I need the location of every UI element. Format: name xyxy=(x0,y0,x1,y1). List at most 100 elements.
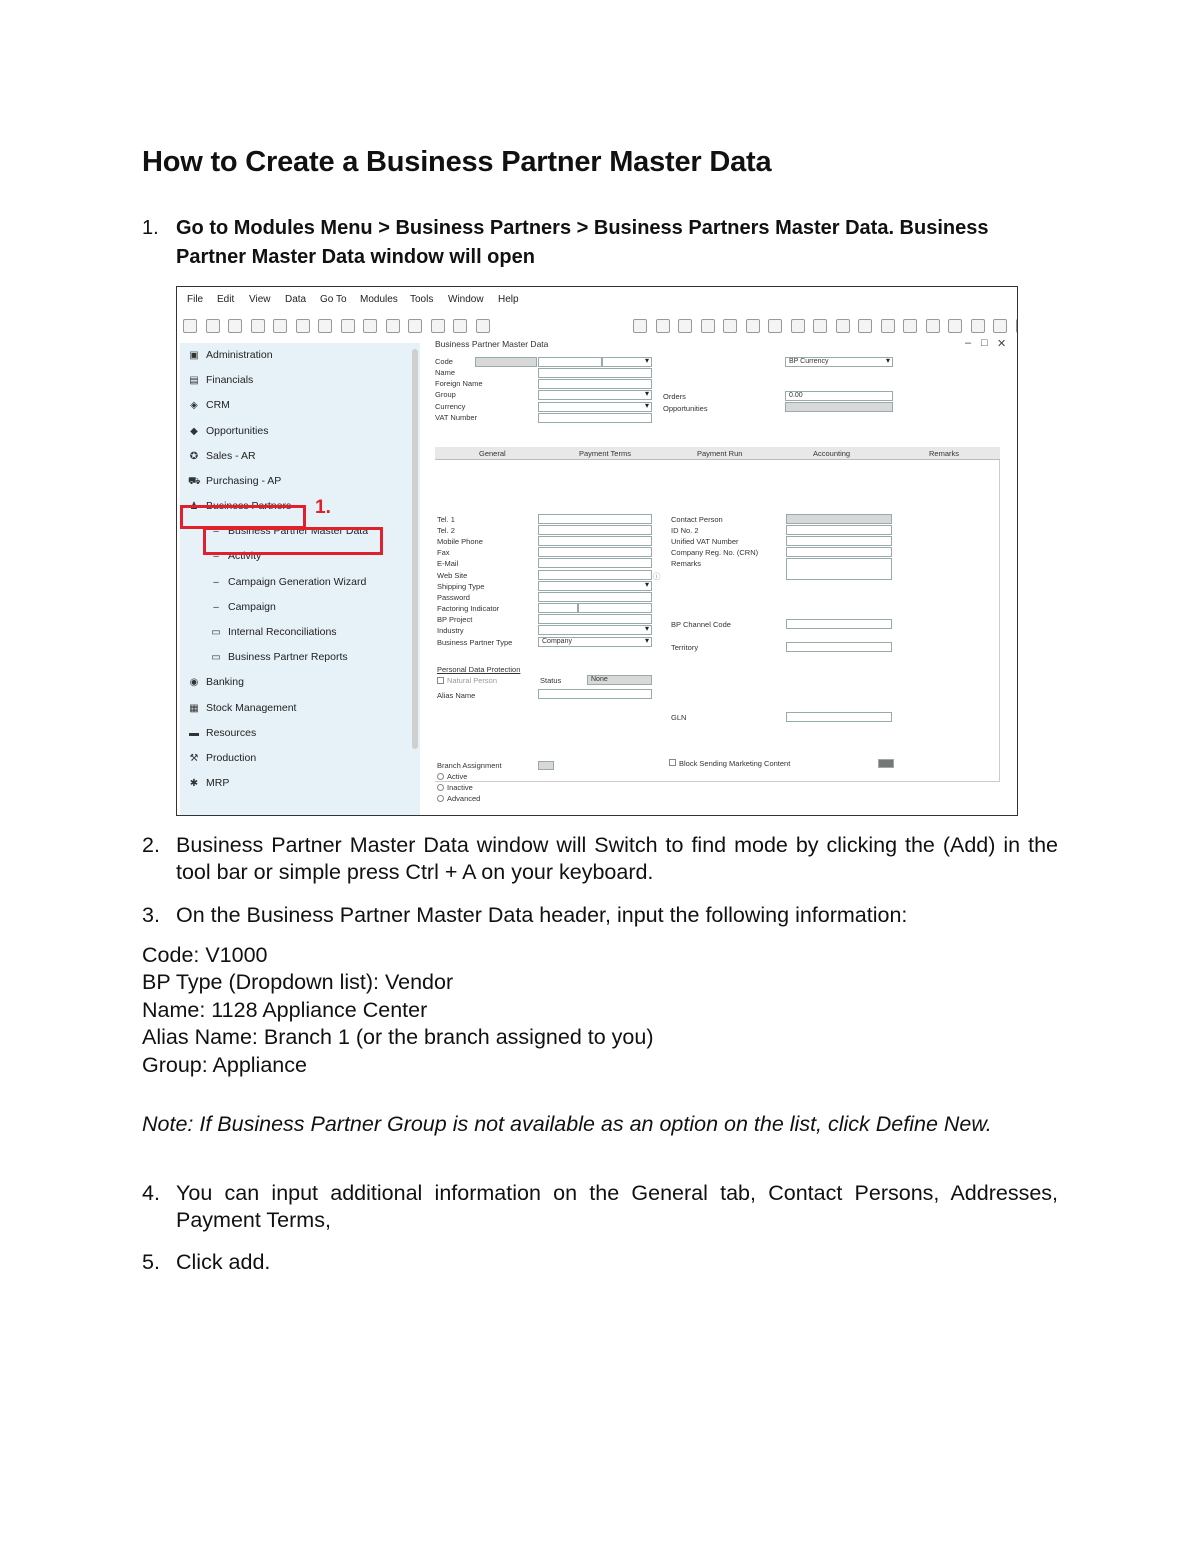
toolbar-icon[interactable] xyxy=(993,319,1007,333)
sidebar-item-campaign-generation-wizard[interactable]: – Campaign Generation Wizard xyxy=(210,576,366,588)
menu-file[interactable]: File xyxy=(187,294,203,305)
toolbar-icon[interactable] xyxy=(655,319,670,333)
close-icon[interactable]: ✕ xyxy=(997,337,1006,350)
code-series-field[interactable] xyxy=(475,357,537,367)
step-text: You can input additional information on … xyxy=(176,1181,1058,1232)
sidebar-item-label: Production xyxy=(206,752,257,764)
toolbar-icon[interactable] xyxy=(228,319,242,333)
menu-edit[interactable]: Edit xyxy=(217,294,234,305)
field-list: Code: V1000 BP Type (Dropdown list): Ven… xyxy=(142,942,654,1079)
toolbar-icon[interactable] xyxy=(205,319,220,333)
step-number: 2. xyxy=(142,833,160,857)
step-2: 2. Business Partner Master Data window w… xyxy=(142,832,1058,886)
field-line: Code: V1000 xyxy=(142,943,268,967)
toolbar-icon[interactable] xyxy=(723,319,737,333)
menu-tools[interactable]: Tools xyxy=(410,294,433,305)
sidebar-item-crm[interactable]: ◈ CRM xyxy=(188,399,230,411)
toolbar-icon[interactable] xyxy=(813,319,827,333)
toolbar-icon[interactable] xyxy=(250,319,265,333)
toolbar-icon[interactable] xyxy=(700,319,715,333)
sap-screenshot: File Edit View Data Go To Modules Tools Window H… xyxy=(176,286,1018,816)
sidebar-item-business-partner-reports[interactable]: ▭ Business Partner Reports xyxy=(210,651,347,663)
label-orders: Orders xyxy=(663,392,686,401)
header-field[interactable] xyxy=(538,413,652,423)
step-text: Click add. xyxy=(176,1250,271,1274)
radio-advanced[interactable] xyxy=(437,795,444,802)
dash-icon: – xyxy=(213,602,219,613)
sidebar-item-campaign[interactable]: – Campaign xyxy=(210,601,276,613)
toolbar-icon[interactable] xyxy=(790,319,805,333)
toolbar-icon[interactable] xyxy=(475,319,490,333)
sidebar-item-label: Administration xyxy=(206,349,273,361)
tab-general[interactable]: General xyxy=(479,449,506,458)
minimize-icon[interactable]: – xyxy=(965,337,971,349)
tab-accounting[interactable]: Accounting xyxy=(813,449,850,458)
radio-inactive[interactable] xyxy=(437,784,444,791)
toolbar-icon[interactable] xyxy=(295,319,310,333)
toolbar-icon[interactable] xyxy=(970,319,985,333)
menu-view[interactable]: View xyxy=(249,294,271,305)
maximize-icon[interactable]: □ xyxy=(981,337,988,349)
menu-data[interactable]: Data xyxy=(285,294,306,305)
toolbar-icon[interactable] xyxy=(835,319,850,333)
sidebar-scrollbar[interactable] xyxy=(412,349,418,749)
bp-currency-dropdown[interactable]: BP Currency xyxy=(785,357,893,367)
toolbar-icon[interactable] xyxy=(948,319,962,333)
toolbar-icon[interactable] xyxy=(273,319,287,333)
tab-remarks[interactable]: Remarks xyxy=(929,449,959,458)
step-text: Go to Modules Menu > Business Partners >… xyxy=(176,217,989,268)
toolbar-icon[interactable] xyxy=(678,319,692,333)
production-icon: ⚒ xyxy=(189,753,199,764)
menu-window[interactable]: Window xyxy=(448,294,484,305)
sidebar-item-sales-ar[interactable]: ✪ Sales - AR xyxy=(188,450,256,462)
header-field[interactable] xyxy=(538,379,652,389)
sidebar-item-resources[interactable]: ▬ Resources xyxy=(188,727,256,739)
toolbar-icon[interactable] xyxy=(1015,319,1017,333)
menu-help[interactable]: Help xyxy=(498,294,519,305)
sidebar-item-stock-management[interactable]: ▦ Stock Management xyxy=(188,702,296,714)
step-text: Business Partner Master Data window will… xyxy=(176,833,1058,884)
toolbar-icon[interactable] xyxy=(858,319,872,333)
code-field[interactable] xyxy=(538,357,602,367)
toolbar-icon[interactable] xyxy=(363,319,377,333)
sidebar-item-internal-reconciliations[interactable]: ▭ Internal Reconciliations xyxy=(210,626,337,638)
menu-modules[interactable]: Modules xyxy=(360,294,398,305)
banking-icon: ◉ xyxy=(189,677,199,688)
tab-payment-run[interactable]: Payment Run xyxy=(697,449,742,458)
toolbar-icon[interactable] xyxy=(385,319,400,333)
sidebar-item-banking[interactable]: ◉ Banking xyxy=(188,676,244,688)
opportunities-icon: ◆ xyxy=(190,426,198,437)
toolbar-icon[interactable] xyxy=(453,319,467,333)
toolbar-icon[interactable] xyxy=(745,319,760,333)
toolbar-icon[interactable] xyxy=(318,319,332,333)
sidebar-item-label: Resources xyxy=(206,727,257,739)
toolbar-icon[interactable] xyxy=(183,319,197,333)
toolbar-icon[interactable] xyxy=(430,319,445,333)
label-foreign-name: Foreign Name xyxy=(435,379,483,388)
orders-field: 0.00 xyxy=(785,391,893,401)
label-code: Code xyxy=(435,357,453,366)
toolbar-icon[interactable] xyxy=(408,319,422,333)
sidebar-item-mrp[interactable]: ✱ MRP xyxy=(188,777,230,789)
header-field[interactable] xyxy=(538,368,652,378)
toolbar-icon[interactable] xyxy=(340,319,355,333)
code-type-dropdown[interactable] xyxy=(602,357,652,367)
sidebar-item-administration[interactable]: ▣ Administration xyxy=(188,349,273,361)
toolbar-icon[interactable] xyxy=(633,319,647,333)
sidebar-item-production[interactable]: ⚒ Production xyxy=(188,752,257,764)
menu-go-to[interactable]: Go To xyxy=(320,294,347,305)
toolbar xyxy=(177,315,1017,337)
toolbar-icon[interactable] xyxy=(925,319,940,333)
sidebar-item-label: Purchasing - AP xyxy=(206,475,282,487)
sidebar-item-label: Internal Reconciliations xyxy=(228,626,337,638)
header-field[interactable] xyxy=(538,402,652,412)
label-opportunities: Opportunities xyxy=(663,404,708,413)
header-field[interactable] xyxy=(538,390,652,400)
sidebar-item-financials[interactable]: ▤ Financials xyxy=(188,374,253,386)
tab-payment-terms[interactable]: Payment Terms xyxy=(579,449,631,458)
toolbar-icon[interactable] xyxy=(903,319,917,333)
sidebar-item-opportunities[interactable]: ◆ Opportunities xyxy=(188,425,268,437)
sidebar-item-purchasing-ap[interactable]: ⛟ Purchasing - AP xyxy=(188,475,281,489)
toolbar-icon[interactable] xyxy=(880,319,895,333)
toolbar-icon[interactable] xyxy=(768,319,782,333)
